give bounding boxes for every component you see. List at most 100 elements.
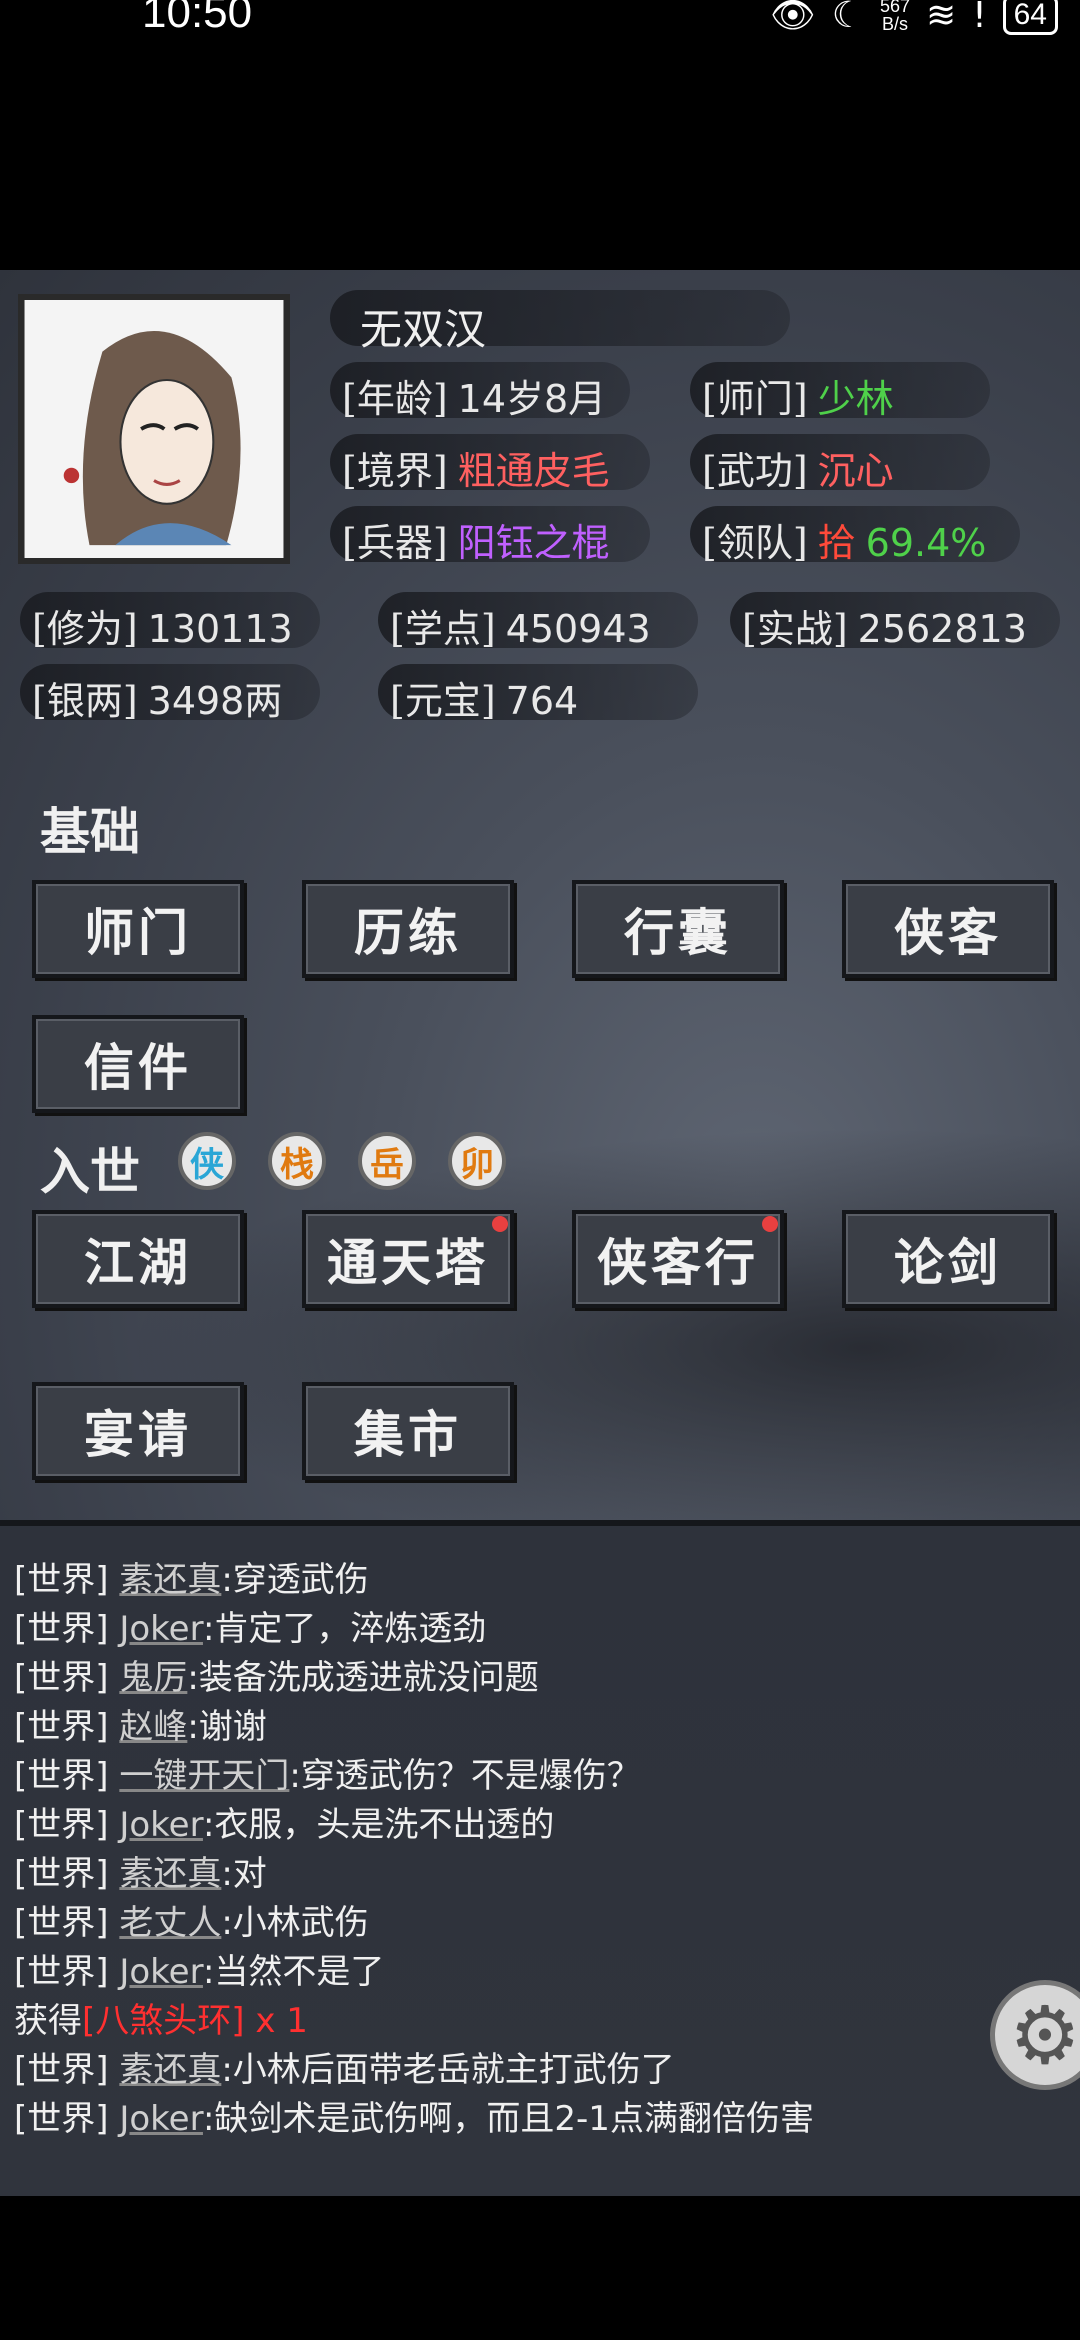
stat-value: 少林 (817, 377, 894, 421)
chat-channel: [世界] (14, 1609, 109, 1649)
chat-channel: [世界] (14, 1805, 109, 1845)
chat-log[interactable]: [世界] 素还真:穿透武伤 [世界] Joker:肯定了，淬炼透劲 [世界] 鬼… (0, 1520, 1080, 2196)
resource-key: [修为] (32, 607, 138, 651)
chat-line: [世界] 赵峰:谢谢 (14, 1699, 267, 1748)
chat-text: :对 (221, 1854, 267, 1894)
chat-line: [世界] 老丈人:小林武伤 (14, 1895, 369, 1944)
net-speed-value: 567 (879, 0, 911, 16)
moon-icon: ☾ (831, 0, 864, 36)
resource-cultivation: [修为] 130113 (32, 598, 293, 653)
chat-user[interactable]: Joker (119, 1609, 203, 1649)
chat-text: :小林后面带老岳就主打武伤了 (221, 2050, 675, 2090)
sword-duel-button[interactable]: 论剑 (842, 1210, 1054, 1308)
training-button[interactable]: 历练 (302, 880, 514, 978)
chat-text: :缺剑术是武伤啊，而且2-1点满翻倍伤害 (202, 2099, 814, 2139)
sect-button[interactable]: 师门 (32, 880, 244, 978)
net-speed-unit: B/s (881, 14, 908, 34)
chat-channel: [世界] (14, 2099, 109, 2139)
stat-team: [领队] 拾 69.4% (702, 512, 986, 567)
wifi-icon: ≋ (926, 0, 957, 36)
status-time: 10:50 (142, 0, 253, 37)
chat-user[interactable]: 鬼厉 (119, 1658, 187, 1698)
chat-text: :谢谢 (187, 1707, 267, 1747)
resource-value: 2562813 (857, 607, 1027, 651)
chat-text: :穿透武伤 (221, 1560, 369, 1600)
jianghu-button[interactable]: 江湖 (32, 1210, 244, 1308)
stat-realm: [境界] 粗通皮毛 (342, 440, 610, 495)
status-icons: 👁 ☾ 567 B/s ≋ ! 64 (770, 0, 1058, 36)
net-speed: 567 B/s (880, 0, 910, 33)
chat-channel: [世界] (14, 1854, 109, 1894)
stat-value: 沉心 (817, 449, 894, 493)
chat-line: [世界] 鬼厉:装备洗成透进就没问题 (14, 1650, 539, 1699)
world-section-title: 入世 (40, 1142, 140, 1201)
resource-value: 3498两 (147, 679, 283, 723)
stat-key: [武功] (702, 449, 808, 493)
chat-user[interactable]: 一键开天门 (119, 1756, 289, 1796)
resource-key: [银两] (32, 679, 138, 723)
resource-value: 450943 (505, 607, 651, 651)
eye-icon: 👁 (769, 0, 816, 36)
character-portrait[interactable] (18, 294, 290, 564)
market-button[interactable]: 集市 (302, 1382, 514, 1480)
badge-zhan[interactable]: 栈 (268, 1132, 326, 1190)
chat-line: [世界] 素还真:对 (14, 1846, 267, 1895)
stat-value: 粗通皮毛 (457, 449, 610, 493)
badge-mao[interactable]: 卯 (448, 1132, 506, 1190)
mail-button[interactable]: 信件 (32, 1015, 244, 1113)
hero-journey-button[interactable]: 侠客行 (572, 1210, 784, 1308)
chat-text: :装备洗成透进就没问题 (187, 1658, 539, 1698)
chat-user[interactable]: 素还真 (119, 1560, 221, 1600)
resource-value: 130113 (147, 607, 293, 651)
stat-value-percent: 69.4% (865, 521, 987, 565)
resource-ingot: [元宝] 764 (390, 670, 578, 725)
chat-user[interactable]: 素还真 (119, 1854, 221, 1894)
game-panel: 无双汉 [年龄] 14岁8月 [师门] 少林 [境界] 粗通皮毛 [武功] 沉心 [兵器… (0, 270, 1080, 1520)
chat-user[interactable]: 老丈人 (119, 1903, 221, 1943)
chat-line: [世界] Joker:缺剑术是武伤啊，而且2-1点满翻倍伤害 (14, 2091, 814, 2140)
chat-user[interactable]: Joker (119, 2099, 203, 2139)
chat-user[interactable]: 赵峰 (119, 1707, 187, 1747)
badge-yue[interactable]: 岳 (358, 1132, 416, 1190)
chat-line: [世界] 一键开天门:穿透武伤？不是爆伤？ (14, 1748, 641, 1797)
bag-button[interactable]: 行囊 (572, 880, 784, 978)
battery-icon: 64 (1002, 0, 1058, 35)
stat-weapon: [兵器] 阳钰之棍 (342, 512, 610, 567)
loot-label: 获得 (14, 2001, 82, 2041)
tower-button[interactable]: 通天塔 (302, 1210, 514, 1308)
chat-user[interactable]: Joker (119, 1805, 203, 1845)
loot-item[interactable]: [八煞头环] (82, 2001, 245, 2041)
chat-user[interactable]: 素还真 (119, 2050, 221, 2090)
stat-key: [师门] (702, 377, 808, 421)
resource-key: [元宝] (390, 679, 496, 723)
chat-user[interactable]: Joker (119, 1952, 203, 1992)
stat-age: [年龄] 14岁8月 (342, 368, 606, 423)
hero-button[interactable]: 侠客 (842, 880, 1054, 978)
basic-section-title: 基础 (40, 802, 140, 861)
chat-channel: [世界] (14, 1952, 109, 1992)
chat-text: :穿透武伤？不是爆伤？ (289, 1756, 641, 1796)
chat-channel: [世界] (14, 1903, 109, 1943)
chat-channel: [世界] (14, 1756, 109, 1796)
chat-text: :肯定了，淬炼透劲 (202, 1609, 487, 1649)
resource-key: [实战] (742, 607, 848, 651)
banquet-button[interactable]: 宴请 (32, 1382, 244, 1480)
notification-dot (492, 1216, 508, 1232)
chat-channel: [世界] (14, 1707, 109, 1747)
stat-key: [境界] (342, 449, 448, 493)
resource-silver: [银两] 3498两 (32, 670, 282, 725)
stat-value: 14岁8月 (457, 377, 607, 421)
chat-line: [世界] 素还真:穿透武伤 (14, 1552, 369, 1601)
loot-count: x 1 (244, 2001, 308, 2041)
stat-key: [兵器] (342, 521, 448, 565)
chat-text: :当然不是了 (202, 1952, 385, 1992)
status-bar: 10:50 👁 ☾ 567 B/s ≋ ! 64 (0, 0, 1080, 60)
chat-text: :衣服，头是洗不出透的 (202, 1805, 555, 1845)
chat-channel: [世界] (14, 2050, 109, 2090)
badge-xia[interactable]: 侠 (178, 1132, 236, 1190)
stat-key: [领队] (702, 521, 808, 565)
stat-value-rank: 拾 (817, 521, 856, 565)
chat-line: [世界] Joker:当然不是了 (14, 1944, 384, 1993)
stat-key: [年龄] (342, 377, 448, 421)
resource-study-points: [学点] 450943 (390, 598, 651, 653)
